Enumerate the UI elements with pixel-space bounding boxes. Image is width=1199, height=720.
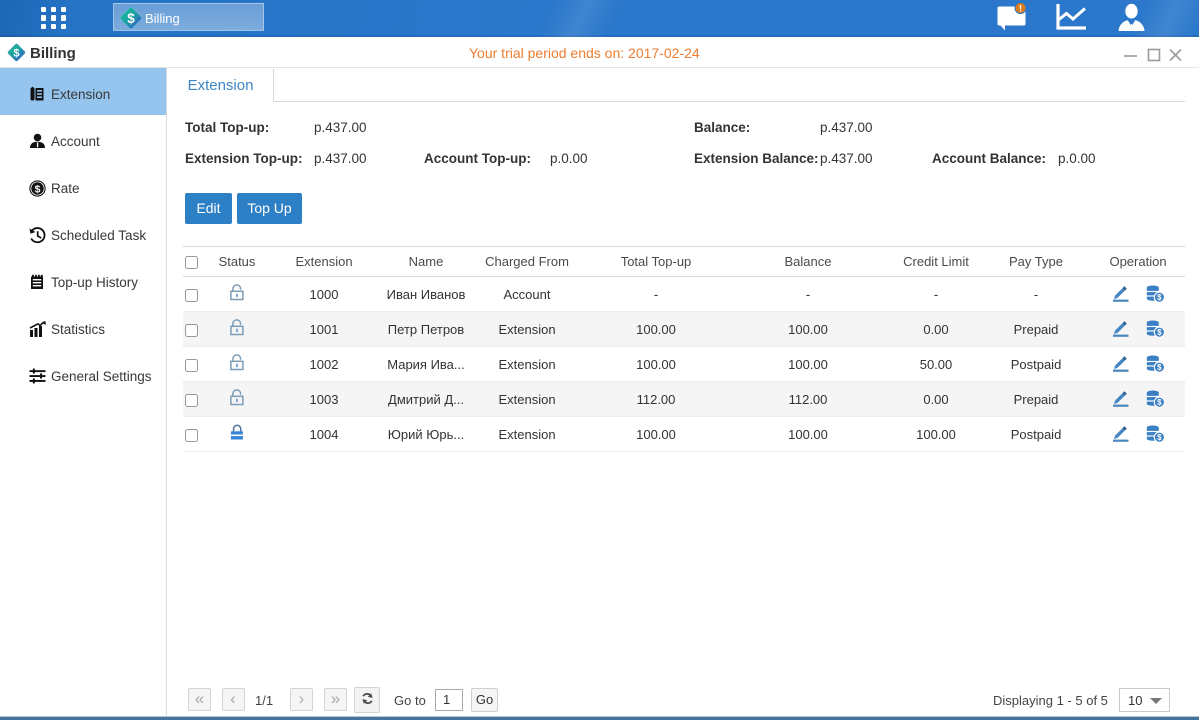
svg-text:$: $: [13, 48, 20, 60]
svg-text:$: $: [1157, 433, 1162, 442]
svg-text:$: $: [127, 11, 135, 26]
svg-text:$: $: [1157, 363, 1162, 372]
svg-text:!: !: [1019, 4, 1022, 14]
svg-text:$: $: [1157, 398, 1162, 407]
svg-text:$: $: [1157, 293, 1162, 302]
svg-text:$: $: [1157, 328, 1162, 337]
svg-text:$: $: [35, 183, 41, 195]
